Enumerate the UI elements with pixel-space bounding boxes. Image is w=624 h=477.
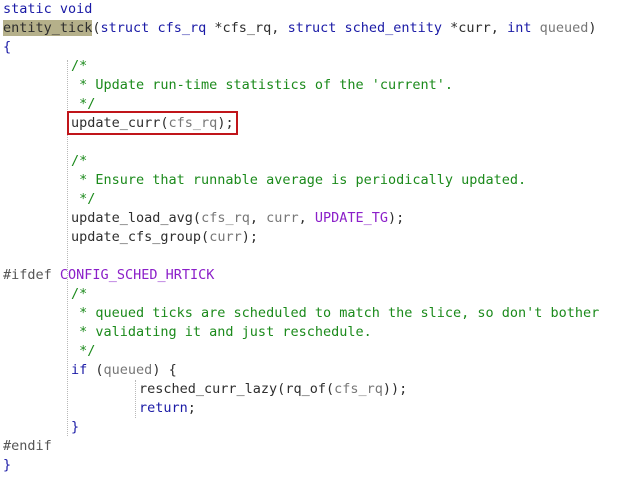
paren: ( — [87, 362, 104, 378]
highlighted-call-box[interactable]: update_curr(cfs_rq); — [67, 111, 238, 135]
comment-text: * Ensure that runnable average is period… — [71, 172, 527, 188]
preprocessor-directive: #endif — [3, 438, 52, 454]
keyword-void: void — [59, 1, 93, 17]
code-line-24: #endif — [3, 437, 52, 456]
code-line-4: /* — [71, 57, 87, 76]
code-line-19: */ — [71, 342, 95, 361]
argument: curr — [209, 229, 242, 245]
paren: ( — [201, 229, 210, 245]
param-name: queued — [539, 20, 589, 36]
function-call: update_curr — [71, 115, 161, 131]
function-call: resched_curr_lazy — [139, 381, 278, 397]
code-line-17: * queued ticks are scheduled to match th… — [71, 304, 599, 323]
code-line-25: } — [3, 456, 11, 475]
comment-text: */ — [71, 343, 96, 359]
indent-guide — [135, 380, 136, 418]
paren: ) { — [152, 362, 177, 378]
comment-text: /* — [71, 58, 88, 74]
code-editor[interactable]: static void entity_tick(struct cfs_rq *c… — [0, 0, 624, 477]
paren: ); — [217, 115, 234, 131]
function-call: update_cfs_group — [71, 229, 202, 245]
code-line-20: if (queued) { — [71, 361, 177, 380]
constant: UPDATE_TG — [314, 210, 389, 226]
code-line-9: /* — [71, 152, 87, 171]
paren: ( — [92, 20, 101, 36]
function-call: rq_of — [285, 381, 326, 397]
argument: queued — [103, 362, 153, 378]
code-line-3: { — [3, 38, 11, 57]
separator: , — [298, 210, 315, 226]
code-line-6: */ — [71, 95, 95, 114]
macro-name: CONFIG_SCHED_HRTICK — [59, 267, 215, 283]
code-line-5: * Update run-time statistics of the 'cur… — [71, 76, 453, 95]
indent-guide — [67, 60, 68, 436]
comment-text: */ — [71, 96, 96, 112]
comment-text: */ — [71, 191, 96, 207]
param-name: *curr, — [450, 20, 499, 36]
paren: ( — [160, 115, 169, 131]
keyword-if: if — [71, 362, 88, 378]
argument: curr — [266, 210, 299, 226]
open-brace: { — [3, 39, 12, 55]
comment-text: /* — [71, 153, 88, 169]
keyword-int: int — [507, 20, 532, 36]
code-line-12: update_load_avg(cfs_rq, curr, UPDATE_TG)… — [71, 209, 404, 228]
keyword-static: static — [3, 1, 52, 17]
close-brace: } — [3, 457, 12, 473]
comment-text: /* — [71, 286, 88, 302]
code-line-22: return; — [139, 399, 196, 418]
param-name: *cfs_rq, — [214, 20, 280, 36]
code-line-16: /* — [71, 285, 87, 304]
code-line-11: */ — [71, 190, 95, 209]
paren: ( — [192, 210, 202, 226]
comment-text: * Update run-time statistics of the 'cur… — [71, 77, 454, 93]
paren: ); — [241, 229, 258, 245]
keyword-struct: struct — [100, 20, 150, 36]
type-name: sched_entity — [344, 20, 443, 36]
code-line-13: update_cfs_group(curr); — [71, 228, 258, 247]
type-name: cfs_rq — [157, 20, 207, 36]
code-line-1: static void — [3, 0, 92, 19]
code-line-10: * Ensure that runnable average is period… — [71, 171, 526, 190]
keyword-struct: struct — [287, 20, 337, 36]
code-line-7: update_curr(cfs_rq); — [67, 111, 238, 135]
argument: cfs_rq — [168, 115, 218, 131]
paren: ( — [325, 381, 335, 397]
preprocessor-directive: #ifdef — [3, 267, 52, 283]
keyword-return: return — [139, 400, 188, 416]
code-line-15: #ifdef CONFIG_SCHED_HRTICK — [3, 266, 214, 285]
argument: cfs_rq — [201, 210, 250, 226]
function-name-highlight[interactable]: entity_tick — [3, 20, 93, 36]
code-line-21: resched_curr_lazy(rq_of(cfs_rq)); — [139, 380, 407, 399]
comment-text: * validating it and just reschedule. — [71, 324, 372, 340]
semicolon: ; — [187, 400, 196, 416]
paren: )); — [382, 381, 408, 397]
comment-text: * queued ticks are scheduled to match th… — [71, 305, 600, 321]
code-line-23: } — [71, 418, 79, 437]
argument: cfs_rq — [334, 381, 383, 397]
paren: ); — [388, 210, 405, 226]
code-line-2: entity_tick(struct cfs_rq *cfs_rq, struc… — [3, 19, 597, 38]
paren: ) — [588, 20, 597, 36]
close-brace: } — [71, 419, 80, 435]
separator: , — [249, 210, 267, 226]
function-call: update_load_avg — [71, 210, 193, 226]
code-line-18: * validating it and just reschedule. — [71, 323, 372, 342]
